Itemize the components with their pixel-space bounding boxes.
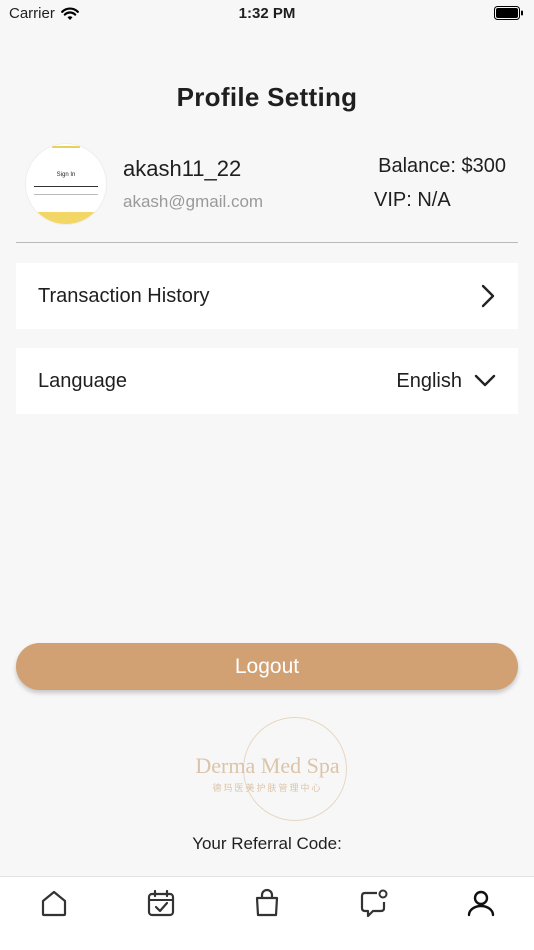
- balance: Balance: $300: [378, 155, 506, 177]
- brand-name: Derma Med Spa: [195, 753, 340, 778]
- referral-code-label: Your Referral Code:: [192, 834, 342, 853]
- home-icon: [41, 890, 67, 917]
- avatar-decoration: [26, 212, 106, 224]
- chevron-down-icon: [474, 374, 496, 387]
- tab-appointments[interactable]: [146, 887, 176, 919]
- calendar-icon: [147, 889, 175, 917]
- avatar-text: Sign In: [56, 172, 76, 178]
- avatar-decoration: [52, 146, 80, 148]
- tab-profile[interactable]: [466, 887, 496, 919]
- vip-status: VIP: N/A: [374, 189, 451, 211]
- logout-button[interactable]: Logout: [16, 643, 518, 690]
- transaction-history-label: Transaction History: [38, 284, 210, 307]
- tab-bar: [0, 876, 534, 950]
- tab-messages[interactable]: [359, 887, 389, 919]
- brand-subtitle: 德玛医美护肤管理中心: [212, 783, 323, 793]
- divider: [16, 242, 518, 243]
- chevron-right-icon: [481, 284, 495, 308]
- tab-home[interactable]: [39, 887, 69, 919]
- user-email: akash@gmail.com: [123, 192, 264, 211]
- username: akash11_22: [123, 156, 242, 181]
- tab-shop[interactable]: [252, 887, 282, 919]
- battery-icon: [494, 6, 524, 24]
- profile-icon: [467, 890, 495, 917]
- transaction-history-row[interactable]: Transaction History: [16, 263, 518, 329]
- language-selector[interactable]: English: [396, 370, 496, 393]
- language-row[interactable]: Language English: [16, 348, 518, 414]
- page-title: Profile Setting: [176, 82, 358, 112]
- avatar[interactable]: Sign In: [26, 144, 106, 224]
- chat-icon: [360, 889, 388, 918]
- avatar-decoration: [34, 186, 98, 187]
- status-bar: Carrier 1:32 PM: [0, 0, 534, 30]
- language-label: Language: [38, 369, 127, 392]
- brand-logo: Derma Med Spa 德玛医美护肤管理中心: [180, 717, 355, 825]
- language-value: English: [396, 369, 462, 392]
- avatar-decoration: [34, 194, 98, 195]
- status-time: 1:32 PM: [238, 5, 296, 22]
- shopping-bag-icon: [255, 888, 279, 917]
